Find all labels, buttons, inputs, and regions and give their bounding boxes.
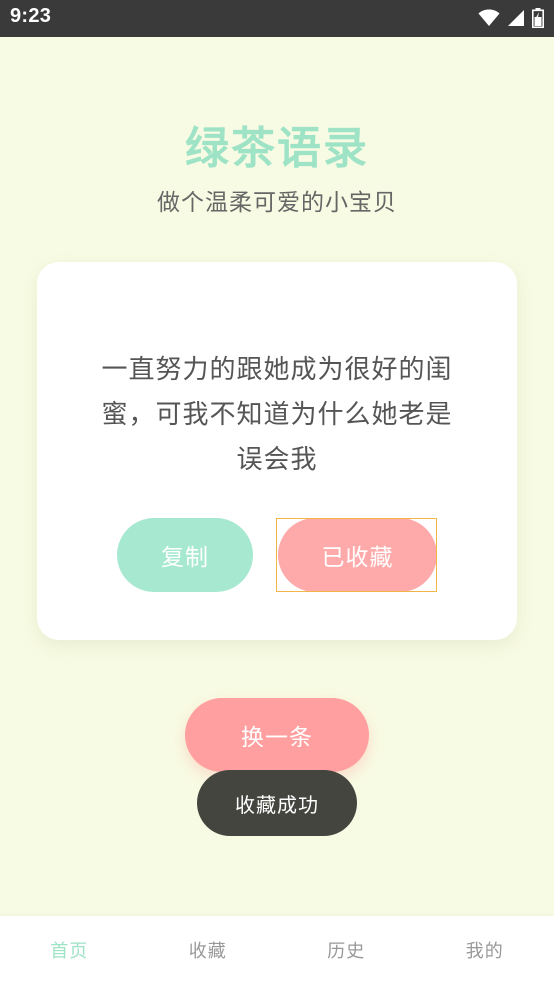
status-bar: 9:23 — [0, 0, 554, 37]
bottom-nav: 首页 收藏 历史 我的 — [0, 916, 554, 984]
quote-card: 一直努力的跟她成为很好的闺蜜，可我不知道为什么她老是误会我 复制 已收藏 — [37, 262, 517, 640]
quote-text: 一直努力的跟她成为很好的闺蜜，可我不知道为什么她老是误会我 — [101, 355, 453, 475]
favorite-button-focus-outline — [276, 518, 437, 592]
nav-item-home[interactable]: 首页 — [0, 916, 139, 984]
status-icons — [478, 7, 544, 29]
battery-icon — [532, 8, 544, 28]
app-subtitle: 做个温柔可爱的小宝贝 — [157, 190, 397, 216]
copy-button[interactable]: 复制 — [117, 518, 253, 592]
signal-icon — [507, 9, 525, 27]
next-quote-button[interactable]: 换一条 — [185, 698, 369, 772]
nav-item-mine[interactable]: 我的 — [416, 916, 554, 984]
toast-message: 收藏成功 — [197, 770, 357, 836]
status-time: 9:23 — [10, 5, 52, 27]
wifi-icon — [478, 9, 500, 27]
nav-item-history[interactable]: 历史 — [277, 916, 416, 984]
app-title: 绿茶语录 — [185, 123, 369, 174]
nav-item-favorites[interactable]: 收藏 — [139, 916, 278, 984]
